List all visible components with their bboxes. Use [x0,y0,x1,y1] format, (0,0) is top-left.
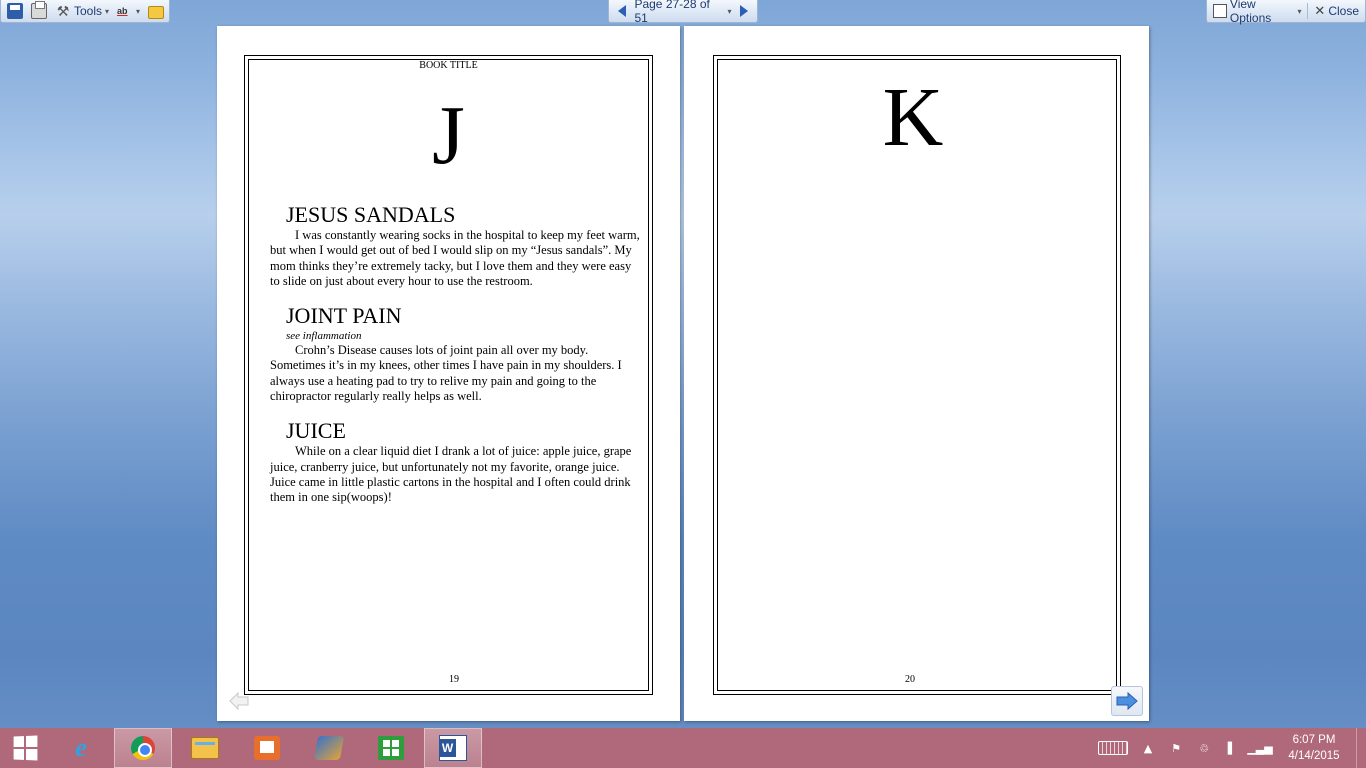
touch-keyboard-icon[interactable] [1098,741,1128,755]
close-button[interactable]: ✕ Close [1312,1,1361,21]
entry-title: JESUS SANDALS [286,202,456,227]
windows-logo-icon [13,735,38,761]
page-header: BOOK TITLE [419,60,478,71]
close-icon: ✕ [1314,3,1326,18]
spelling-button[interactable]: ab ▾ [115,1,142,21]
view-options-label: View Options [1229,0,1272,25]
save-icon [7,3,23,19]
glossary-entry: JOINT PAIN see inflammation Crohn’s Dise… [270,303,642,404]
next-screen-button[interactable] [736,2,753,20]
print-button[interactable] [29,1,49,21]
tools-menu-button[interactable]: ⚒ Tools ▾ [53,1,111,21]
find-button[interactable] [146,1,166,21]
toolbar-right-group: View Options ▾ ✕ Close [1206,0,1366,25]
network-signal-icon[interactable]: ▁▃▅ [1247,740,1272,756]
taskbar-file-explorer[interactable] [176,728,234,768]
arrow-left-icon [617,5,626,17]
media-app-icon [313,736,345,760]
arrow-right-icon [1116,692,1138,710]
view-options-button[interactable]: View Options ▾ [1211,0,1303,25]
tools-label: Tools [74,4,103,18]
chevron-down-icon: ▾ [105,6,110,16]
taskbar-word[interactable] [424,728,482,768]
chevron-down-icon: ▾ [136,6,141,16]
action-center-flag-icon[interactable]: ⚑ [1166,740,1186,756]
store-icon [378,736,404,760]
page-number: 19 [449,674,459,685]
previous-page-button[interactable] [229,692,249,710]
save-button[interactable] [5,1,25,21]
file-explorer-icon [191,737,219,759]
toolbar-divider [1307,3,1309,19]
entry-title: JUICE [286,418,346,444]
presentation-app-icon [254,736,280,760]
chevron-down-icon: ▾ [727,6,732,16]
system-tray: ▲ ⚑ ♲ ▌ ▁▃▅ 6:07 PM 4/14/2015 [1098,728,1366,768]
battery-icon[interactable]: ▌ [1222,740,1242,756]
taskbar-internet-explorer[interactable]: e [52,728,110,768]
show-hidden-icons-button[interactable]: ▲ [1138,740,1158,756]
word-icon [439,735,467,761]
taskbar-chrome[interactable] [114,728,172,768]
chrome-icon [131,736,155,760]
page-indicator: Page 27-28 of 51 [634,0,710,25]
internet-explorer-icon: e [75,733,87,762]
reading-toolbar: ⚒ Tools ▾ ab ▾ Page 27-28 of 51 ▾ View O… [0,0,1366,25]
section-letter: K [882,71,944,164]
folder-icon [148,5,165,19]
clock-time: 6:07 PM [1292,734,1336,746]
section-letter: J [432,89,465,182]
entry-body: While on a clear liquid diet I drank a l… [270,444,632,505]
show-desktop-button[interactable] [1356,728,1366,768]
tools-icon: ⚒ [56,3,70,19]
view-options-icon [1213,4,1227,18]
taskbar: e ▲ ⚑ ♲ ▌ ▁▃▅ 6:07 PM 4/14/2015 [0,728,1366,768]
page-left[interactable]: BOOK TITLE J JESUS SANDALS I was constan… [217,26,680,721]
sync-icon[interactable]: ♲ [1194,740,1214,756]
clock[interactable]: 6:07 PM 4/14/2015 [1278,732,1350,764]
entry-body: Crohn’s Disease causes lots of joint pai… [270,343,622,404]
taskbar-presentation-app[interactable] [238,728,296,768]
print-icon [31,1,47,19]
glossary-entry: JUICE While on a clear liquid diet I dra… [270,418,642,505]
page-number: 20 [905,674,915,685]
entry-title: JOINT PAIN [286,303,402,329]
entry-body: I was constantly wearing socks in the ho… [270,228,640,288]
page-navigation: Page 27-28 of 51 ▾ [608,0,758,25]
close-label: Close [1328,4,1359,18]
arrow-right-icon [740,5,749,17]
toolbar-left-group: ⚒ Tools ▾ ab ▾ [0,0,170,23]
spelling-icon: ab [117,6,128,16]
taskbar-store[interactable] [362,728,420,768]
next-page-button[interactable] [1111,686,1143,716]
page-jump-dropdown[interactable]: Page 27-28 of 51 ▾ [634,0,731,25]
taskbar-media-app[interactable] [300,728,358,768]
page-right[interactable]: K 20 [684,26,1149,721]
arrow-left-icon [229,692,249,710]
glossary-entries: JESUS SANDALS I was constantly wearing s… [270,202,642,506]
chevron-down-icon: ▾ [1297,6,1302,16]
entry-cross-reference: see inflammation [286,330,362,343]
glossary-entry: JESUS SANDALS I was constantly wearing s… [270,202,642,289]
previous-screen-button[interactable] [613,2,630,20]
start-button[interactable] [0,728,50,768]
clock-date: 4/14/2015 [1288,750,1340,762]
